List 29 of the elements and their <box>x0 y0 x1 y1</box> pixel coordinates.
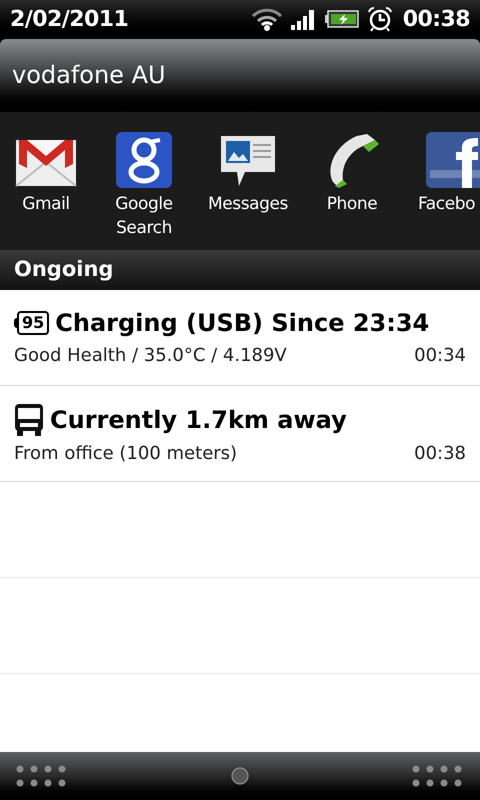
alarm-clock-icon <box>366 6 393 32</box>
notification-detail: From office (100 meters) <box>14 442 238 466</box>
battery-charging-icon <box>324 10 359 28</box>
grip-dots-icon <box>16 765 68 787</box>
app-shortcut[interactable]: Google Search <box>92 126 196 250</box>
handle-knob-icon <box>231 767 249 785</box>
app-shortcut[interactable]: Phone <box>300 126 404 250</box>
signal-icon <box>290 8 317 30</box>
grip-dots-icon <box>412 765 464 787</box>
notification-title: Currently 1.7km away <box>50 405 347 435</box>
section-title: Ongoing <box>14 256 114 284</box>
app-shortcut[interactable]: Gmail <box>0 126 92 250</box>
notification-time: 00:34 <box>414 344 466 368</box>
notification-title: Charging (USB) Since 23:34 <box>55 308 430 338</box>
status-time: 00:38 <box>402 6 470 34</box>
battery-level-icon: 95 <box>14 311 50 335</box>
facebook-f-icon <box>426 132 480 188</box>
carrier-name: vodafone AU <box>12 60 166 91</box>
wifi-icon <box>250 7 283 31</box>
app-shortcut[interactable]: Facebo <box>404 126 480 250</box>
notification-detail: Good Health / 35.0°C / 4.189V <box>14 344 287 368</box>
notification-time: 00:38 <box>414 442 466 466</box>
google-g-icon <box>116 132 172 188</box>
notification-item[interactable]: Currently 1.7km away From office (100 meters) 00:38 <box>0 386 480 482</box>
drag-handle-bar[interactable] <box>0 752 480 800</box>
bus-icon <box>14 404 44 436</box>
notification-item[interactable]: 95 Charging (USB) Since 23:34 Good Health / 35.0°C / 4.189V 00:34 <box>0 290 480 386</box>
app-shortcut[interactable]: Messages <box>196 126 300 250</box>
status-date: 2/02/2011 <box>10 6 128 34</box>
